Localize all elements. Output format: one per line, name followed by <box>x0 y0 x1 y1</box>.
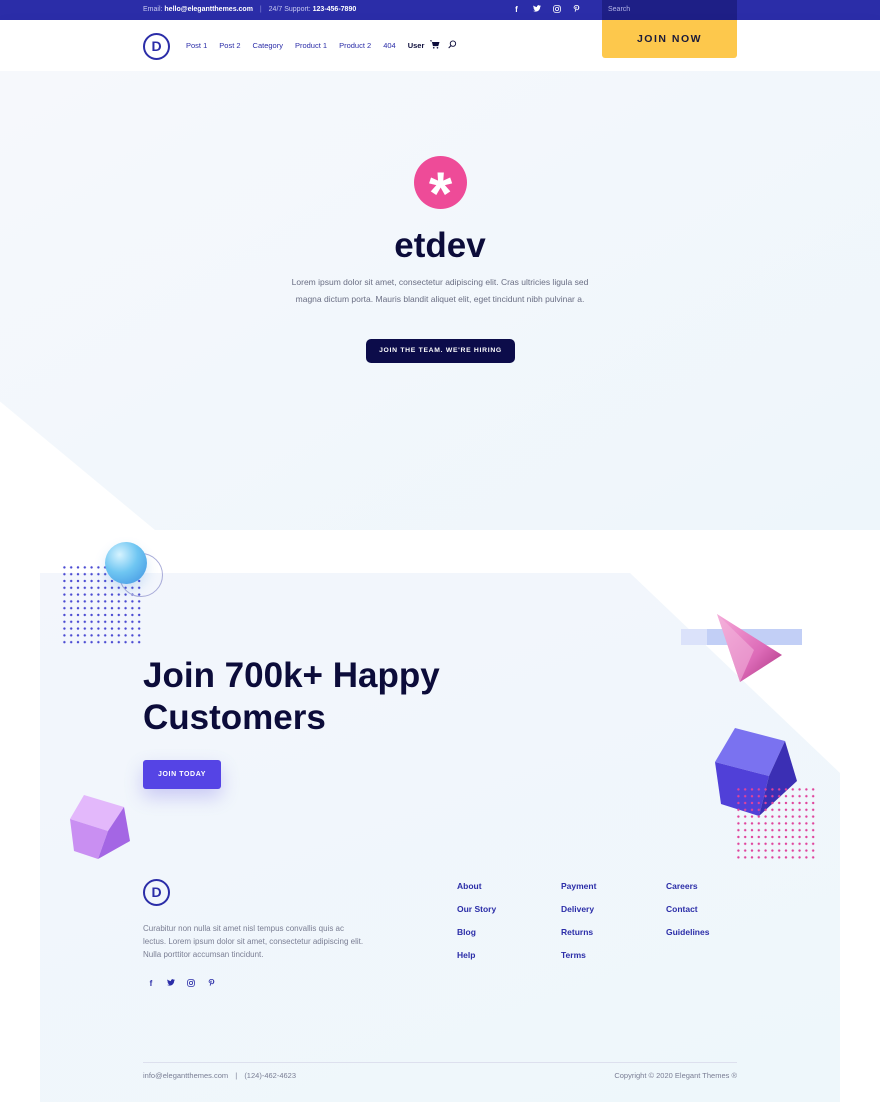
footer-divider <box>143 1062 737 1063</box>
email-link[interactable]: hello@elegantthemes.com <box>164 6 253 13</box>
contact-separator: | <box>259 6 262 13</box>
asterisk-icon: * <box>414 156 467 227</box>
hero-description: Lorem ipsum dolor sit amet, consectetur … <box>291 277 589 304</box>
footer-link-guidelines[interactable]: Guidelines <box>666 927 709 937</box>
nav-item-product-2[interactable]: Product 2 <box>339 41 371 51</box>
footer-separator: | <box>235 1071 238 1080</box>
pinterest-icon[interactable] <box>572 5 581 15</box>
footer-links-shop: Payment Delivery Returns Terms <box>561 881 596 960</box>
footer-phone[interactable]: (124)-462-4623 <box>244 1071 296 1080</box>
join-team-button[interactable]: JOIN THE TEAM. WE'RE HIRING <box>366 339 515 363</box>
nav-item-post-1[interactable]: Post 1 <box>186 41 207 51</box>
support-label: 24/7 Support: <box>268 6 311 13</box>
footer-email[interactable]: info@elegantthemes.com <box>143 1071 228 1080</box>
cta-title: Join 700k+ Happy Customers <box>143 656 440 737</box>
join-now-button[interactable]: JOIN NOW <box>602 20 737 58</box>
footer-link-terms[interactable]: Terms <box>561 950 596 960</box>
copyright: Copyright © 2020 Elegant Themes ® <box>614 1071 737 1080</box>
footer-link-help[interactable]: Help <box>457 950 496 960</box>
nav-menu: Post 1 Post 2 Category Product 1 Product… <box>186 40 457 51</box>
instagram-icon[interactable] <box>187 979 195 989</box>
facebook-icon[interactable]: f <box>512 5 521 15</box>
support-phone[interactable]: 123-456-7890 <box>313 6 357 13</box>
twitter-icon[interactable] <box>167 979 175 989</box>
nav-item-404[interactable]: 404 <box>383 41 396 51</box>
search-icon[interactable] <box>448 40 457 51</box>
facebook-icon[interactable]: f <box>147 979 155 989</box>
footer-social-icons: f <box>147 979 215 989</box>
twitter-icon[interactable] <box>532 5 541 15</box>
email-label: Email: <box>143 6 163 13</box>
footer-description: Curabitur non nulla sit amet nisl tempus… <box>143 924 364 959</box>
nav-item-user[interactable]: User <box>408 41 425 51</box>
footer-links-more: Careers Contact Guidelines <box>666 881 709 937</box>
nav-item-post-2[interactable]: Post 2 <box>219 41 240 51</box>
cube-decoration-purple <box>70 795 130 859</box>
hero-title: etdev <box>394 226 486 265</box>
nav-item-category[interactable]: Category <box>253 41 283 51</box>
search-input[interactable]: Search <box>602 0 737 20</box>
top-bar: Email: hello@elegantthemes.com | 24/7 Su… <box>0 0 880 20</box>
instagram-icon[interactable] <box>552 5 561 15</box>
footer-link-contact[interactable]: Contact <box>666 904 709 914</box>
cart-icon[interactable] <box>430 40 440 51</box>
footer-link-about[interactable]: About <box>457 881 496 891</box>
site-logo[interactable]: D <box>143 33 170 60</box>
footer-link-delivery[interactable]: Delivery <box>561 904 596 914</box>
footer-contact: info@elegantthemes.com | (124)-462-4623 <box>143 1071 296 1080</box>
footer-link-blog[interactable]: Blog <box>457 927 496 937</box>
dot-pattern-pink <box>735 786 815 862</box>
pinterest-icon[interactable] <box>207 979 215 989</box>
footer-links-company: About Our Story Blog Help <box>457 881 496 960</box>
cone-decoration <box>717 614 782 682</box>
footer-link-our-story[interactable]: Our Story <box>457 904 496 914</box>
footer-link-payment[interactable]: Payment <box>561 881 596 891</box>
footer-logo[interactable]: D <box>143 879 170 906</box>
nav-item-product-1[interactable]: Product 1 <box>295 41 327 51</box>
top-social-icons: f <box>512 5 581 15</box>
footer-link-returns[interactable]: Returns <box>561 927 596 937</box>
page: Email: hello@elegantthemes.com | 24/7 Su… <box>0 0 880 1102</box>
main-nav: D Post 1 Post 2 Category Product 1 Produ… <box>0 20 880 71</box>
top-contact: Email: hello@elegantthemes.com | 24/7 Su… <box>143 6 356 13</box>
sphere-decoration <box>105 542 147 584</box>
join-today-button[interactable]: JOIN TODAY <box>143 760 221 789</box>
footer-link-careers[interactable]: Careers <box>666 881 709 891</box>
